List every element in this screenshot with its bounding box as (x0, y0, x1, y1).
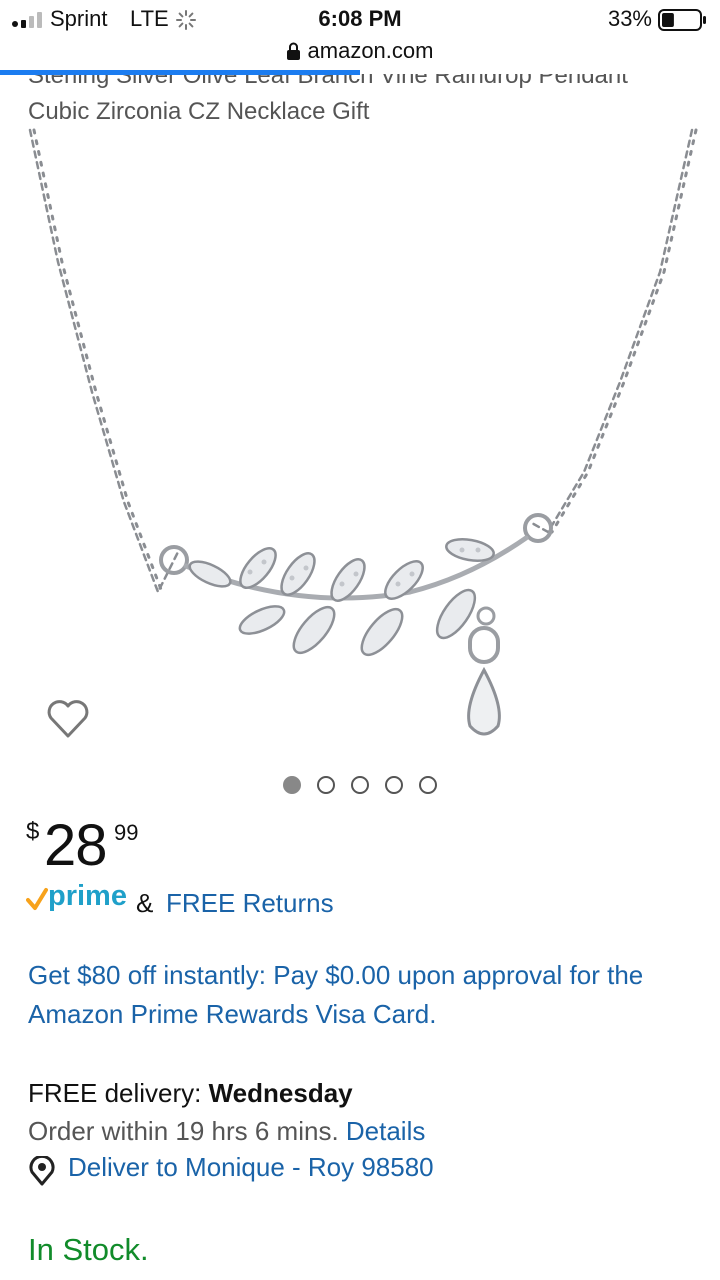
carousel-dot[interactable] (317, 776, 335, 794)
url-text: amazon.com (307, 38, 434, 63)
page-load-progress (0, 70, 360, 75)
battery-percent: 33% (607, 6, 652, 31)
availability-status: In Stock. (28, 1232, 149, 1267)
order-within-line: Order within 19 hrs 6 mins. Details (28, 1112, 708, 1150)
image-carousel-dots[interactable] (0, 776, 720, 794)
delivery-info: FREE delivery: Wednesday Order within 19… (28, 1074, 708, 1150)
details-link[interactable]: Details (346, 1116, 425, 1146)
price-fraction: 99 (114, 820, 139, 845)
status-bar: Sprint LTE 6:08 PM 33% (0, 0, 720, 40)
free-returns-link[interactable]: FREE Returns (166, 888, 334, 919)
order-countdown: Order within 19 hrs 6 mins. (28, 1116, 346, 1146)
carousel-dot[interactable] (385, 776, 403, 794)
carousel-dot[interactable] (419, 776, 437, 794)
battery-icon (658, 9, 706, 31)
carousel-dot[interactable] (351, 776, 369, 794)
deliver-to-text: Deliver to Monique - Roy 98580 (68, 1152, 434, 1182)
delivery-label: FREE delivery: (28, 1078, 209, 1108)
price-currency: $ (26, 818, 40, 845)
heart-icon[interactable] (46, 698, 90, 740)
delivery-date-line: FREE delivery: Wednesday (28, 1074, 708, 1112)
carousel-dot[interactable] (283, 776, 301, 794)
product-image[interactable] (0, 122, 720, 762)
prime-check-icon (26, 888, 48, 910)
location-pin-icon (29, 1156, 55, 1186)
lock-icon (286, 42, 300, 60)
price-whole: 28 (44, 813, 108, 878)
prime-amp: & (136, 888, 154, 918)
visa-card-promo-link[interactable]: Get $80 off instantly: Pay $0.00 upon ap… (28, 956, 708, 1034)
delivery-day: Wednesday (208, 1078, 353, 1108)
prime-logo: prime (48, 880, 127, 912)
